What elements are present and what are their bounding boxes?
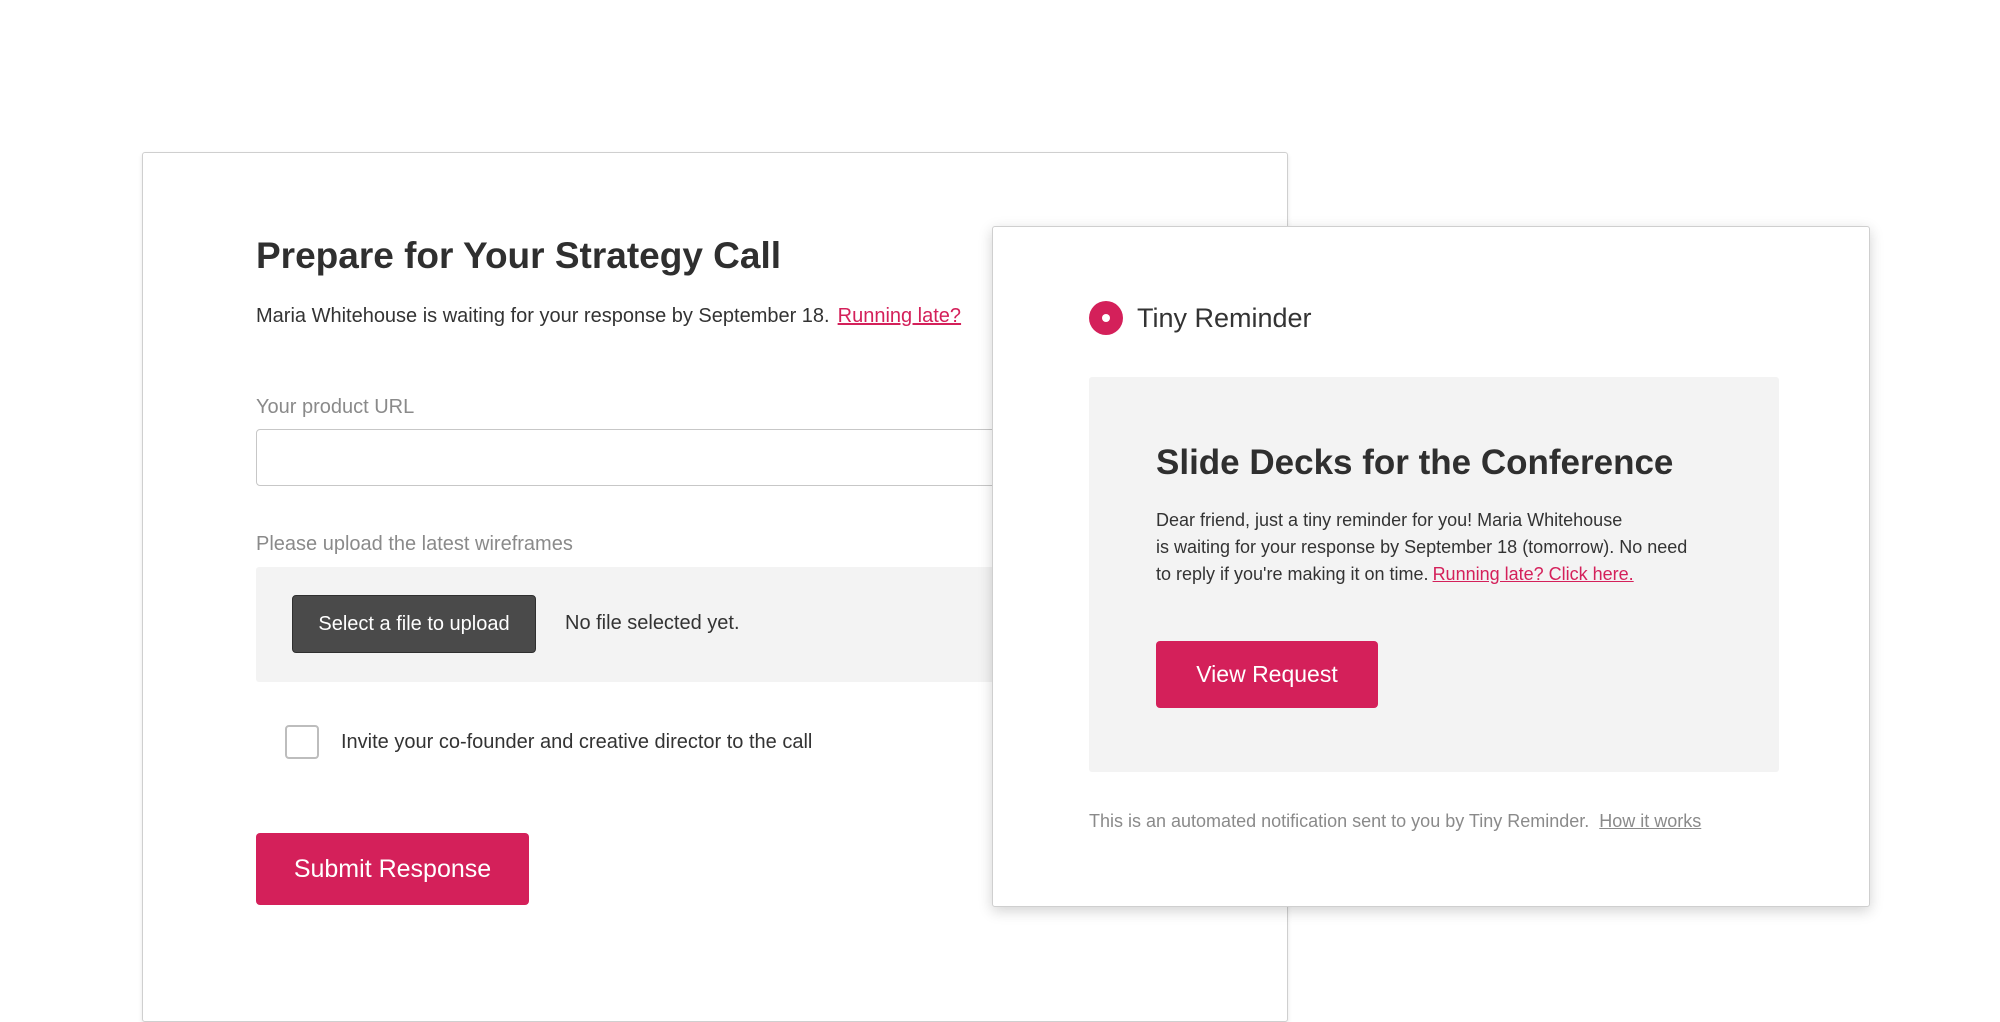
reminder-email-card: Tiny Reminder Slide Decks for the Confer… bbox=[992, 226, 1870, 907]
footer-text: This is an automated notification sent t… bbox=[1089, 811, 1590, 831]
email-brand: Tiny Reminder bbox=[1089, 301, 1312, 335]
email-body-line: is waiting for your response by Septembe… bbox=[1156, 537, 1688, 557]
brand-name: Tiny Reminder bbox=[1137, 302, 1312, 333]
email-body-line: to reply if you're making it on time. Run… bbox=[1156, 561, 1716, 588]
form-title: Prepare for Your Strategy Call bbox=[256, 235, 782, 276]
invite-checkbox-label[interactable]: Invite your co-founder and creative dire… bbox=[341, 731, 812, 754]
invite-checkbox-row: Invite your co-founder and creative dire… bbox=[285, 723, 812, 761]
email-footer: This is an automated notification sent t… bbox=[1089, 811, 1701, 832]
running-late-click-here-link[interactable]: Running late? Click here. bbox=[1433, 564, 1634, 584]
email-body-line: Dear friend, just a tiny reminder for yo… bbox=[1156, 510, 1623, 530]
email-body: Dear friend, just a tiny reminder for yo… bbox=[1156, 507, 1716, 588]
upload-label: Please upload the latest wireframes bbox=[256, 533, 573, 555]
how-it-works-link[interactable]: How it works bbox=[1599, 811, 1701, 831]
form-subtitle-text: Maria Whitehouse is waiting for your res… bbox=[256, 305, 830, 327]
select-file-button[interactable]: Select a file to upload bbox=[292, 595, 536, 653]
running-late-link[interactable]: Running late? bbox=[838, 305, 961, 327]
tiny-reminder-logo-icon bbox=[1089, 301, 1123, 335]
email-title: Slide Decks for the Conference bbox=[1156, 443, 1674, 482]
no-file-status: No file selected yet. bbox=[565, 612, 740, 634]
view-request-button[interactable]: View Request bbox=[1156, 641, 1378, 708]
form-subtitle: Maria Whitehouse is waiting for your res… bbox=[256, 305, 961, 328]
submit-response-button[interactable]: Submit Response bbox=[256, 833, 529, 905]
invite-checkbox[interactable] bbox=[285, 725, 319, 759]
email-body-text: to reply if you're making it on time. bbox=[1156, 564, 1429, 584]
email-content-panel: Slide Decks for the Conference Dear frie… bbox=[1089, 377, 1779, 772]
product-url-label: Your product URL bbox=[256, 396, 415, 418]
